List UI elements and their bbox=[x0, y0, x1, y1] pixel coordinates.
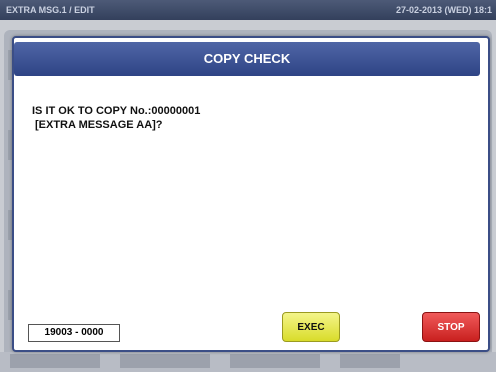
message-line: IS IT OK TO COPY No.:00000001 bbox=[32, 105, 201, 117]
copy-check-dialog bbox=[12, 36, 490, 352]
date-time: 27-02-2013 (WED) 18:1 bbox=[395, 5, 492, 15]
dialog-title: COPY CHECK bbox=[203, 51, 291, 66]
stop-button[interactable]: STOP bbox=[422, 312, 480, 342]
background-key bbox=[10, 354, 100, 368]
background-bottom-bar bbox=[0, 352, 496, 372]
dialog-header: COPY CHECK bbox=[14, 42, 480, 76]
code-display: 19003 - 0000 bbox=[28, 324, 120, 342]
screen-title: EXTRA MSG.1 / EDIT bbox=[6, 5, 95, 15]
top-status-bar: EXTRA MSG.1 / EDIT 27-02-2013 (WED) 18:1 bbox=[0, 0, 496, 20]
background-key bbox=[340, 354, 400, 368]
exec-button[interactable]: EXEC bbox=[282, 312, 340, 342]
confirmation-message: IS IT OK TO COPY No.:00000001 [EXTRA MES… bbox=[32, 104, 462, 132]
message-line: [EXTRA MESSAGE AA]? bbox=[35, 119, 163, 131]
background-key bbox=[120, 354, 210, 368]
background-key bbox=[230, 354, 320, 368]
